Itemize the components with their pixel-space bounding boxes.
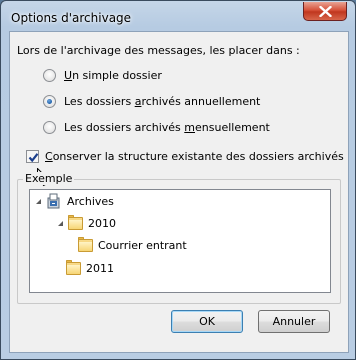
- tree-item-label: 2010: [88, 216, 116, 230]
- window-title: Options d'archivage: [11, 11, 132, 25]
- radio-button[interactable]: [43, 69, 56, 82]
- archive-icon: [47, 193, 60, 209]
- keep-structure-checkbox-row[interactable]: Conserver la structure existante des dos…: [26, 150, 344, 163]
- keep-structure-label: Conserver la structure existante des dos…: [45, 150, 344, 163]
- archive-location-prompt: Lors de l'archivage des messages, les pl…: [17, 44, 300, 57]
- tree-item-label: Archives: [67, 194, 114, 208]
- dialog-body: Lors de l'archivage des messages, les pl…: [9, 31, 349, 353]
- close-icon: [319, 6, 332, 17]
- radio-label: Les dossiers archivés mensuellement: [64, 121, 270, 134]
- radio-label: Les dossiers archivés annuellement: [64, 95, 261, 108]
- keep-structure-checkbox[interactable]: [26, 150, 39, 163]
- folder-icon: [66, 259, 81, 275]
- folder-icon: [78, 236, 93, 252]
- tree-item-label: 2011: [86, 261, 114, 275]
- checkmark-icon: [28, 153, 39, 163]
- radio-button[interactable]: [43, 121, 56, 134]
- tree-item-2011[interactable]: 2011: [66, 259, 114, 277]
- title-bar[interactable]: Options d'archivage: [1, 1, 355, 31]
- tree-item-2010[interactable]: 2010: [57, 214, 116, 232]
- expanded-arrow-icon[interactable]: [35, 198, 42, 205]
- tree-item-archives[interactable]: Archives: [35, 192, 114, 210]
- folder-icon: [68, 214, 83, 230]
- radio-yearly-folders[interactable]: Les dossiers archivés annuellement: [43, 95, 260, 108]
- radio-simple-folder[interactable]: Un simple dossier: [43, 69, 162, 82]
- example-tree-view[interactable]: Archives 2010 Courrier entrant 2011: [29, 189, 331, 293]
- close-button[interactable]: [303, 2, 347, 21]
- tree-item-courrier-entrant[interactable]: Courrier entrant: [78, 236, 187, 254]
- radio-monthly-folders[interactable]: Les dossiers archivés mensuellement: [43, 121, 270, 134]
- cancel-button[interactable]: Annuler: [258, 310, 330, 333]
- ok-button[interactable]: OK: [171, 310, 243, 333]
- radio-button[interactable]: [43, 95, 56, 108]
- example-group-label: Exemple: [23, 172, 75, 185]
- expanded-arrow-icon[interactable]: [57, 220, 64, 227]
- archive-options-dialog: Options d'archivage Lors de l'archivage …: [0, 0, 356, 360]
- tree-item-label: Courrier entrant: [98, 238, 187, 252]
- radio-label: Un simple dossier: [64, 69, 162, 82]
